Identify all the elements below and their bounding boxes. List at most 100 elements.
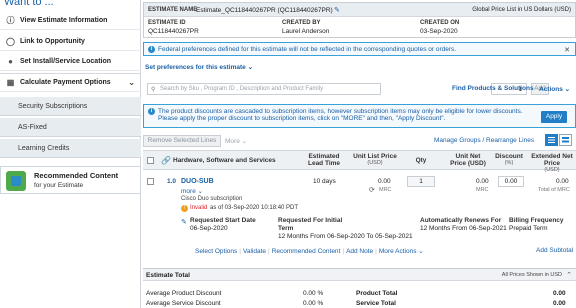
- auto-renew-label: Automatically Renews For: [420, 217, 502, 224]
- sidebar-item-label: Calculate Payment Options: [20, 79, 111, 86]
- line-unit-list: 0.00: [378, 178, 391, 185]
- col-lead-time: Estimated Lead Time: [307, 153, 341, 167]
- manage-groups-link[interactable]: Manage Groups / Rearrange Lines: [434, 137, 534, 144]
- prices-note: All Prices Shown in USD: [501, 272, 562, 278]
- line-actions: Select Options | Validate | Recommended Cont…: [195, 248, 424, 255]
- line-number: 1.0: [167, 178, 177, 185]
- table-header: 🔗 Hardware, Software and Services Estima…: [143, 150, 576, 173]
- select-options-link[interactable]: Select Options: [195, 248, 237, 255]
- sidebar-item-calc-payment[interactable]: ▦ Calculate Payment Options ⌄: [0, 73, 141, 92]
- add-note-link[interactable]: Add Note: [346, 248, 373, 255]
- recommended-content-card[interactable]: Recommended Content for your Estimate: [0, 166, 141, 194]
- sidebar-group-security-subscriptions[interactable]: Security Subscriptions: [0, 97, 141, 116]
- add-subtotal-link[interactable]: Add Subtotal: [536, 247, 573, 254]
- col-ext-net: Extended Net Price (USD): [531, 153, 573, 173]
- created-on: 03-Sep-2020: [420, 28, 458, 35]
- edit-pencil-icon[interactable]: ✎: [334, 6, 340, 14]
- recommended-content-icon: [6, 171, 26, 191]
- billing: Prepaid Term: [509, 225, 548, 232]
- price-list: Global Price List in US Dollars (USD): [472, 6, 571, 13]
- sidebar-item-label: View Estimate Information: [20, 16, 108, 24]
- info-icon: i: [148, 46, 155, 53]
- estimate-id-label: ESTIMATE ID: [148, 20, 186, 26]
- remove-selected-lines-button[interactable]: Remove Selected Lines: [143, 135, 221, 147]
- line-ext-net-note: Total of MRC: [538, 187, 570, 193]
- main-content: ESTIMATE NAME Estimate_QC118440267PR (QC…: [143, 0, 576, 308]
- edit-pencil-icon[interactable]: ✎: [181, 218, 187, 226]
- validate-link[interactable]: Validate: [243, 248, 266, 255]
- sidebar-item-label: Set Install/Service Location: [20, 57, 112, 65]
- warning-icon: !: [181, 205, 188, 212]
- sidebar-item-link-opportunity[interactable]: ◯ Link to Opportunity: [0, 32, 141, 51]
- requested-start: 06-Sep-2020: [190, 225, 228, 232]
- service-total: 0.00: [553, 300, 566, 307]
- recommended-content-link[interactable]: Recommended Content: [272, 248, 341, 255]
- product-total-label: Product Total: [356, 290, 398, 297]
- set-preferences-link[interactable]: Set preferences for this estimate ⌄: [145, 63, 253, 71]
- discount-banner-text: The product discounts are cascaded to su…: [158, 108, 523, 122]
- sidebar-item-set-location[interactable]: ● Set Install/Service Location: [0, 52, 141, 71]
- actions-menu[interactable]: Actions ⌄: [539, 85, 570, 93]
- product-total: 0.00: [553, 290, 566, 297]
- col-unit-list: Unit List Price (USD): [353, 153, 397, 166]
- col-qty: Qty: [415, 157, 427, 164]
- service-total-label: Service Total: [356, 300, 396, 307]
- select-all-checkbox[interactable]: [147, 157, 154, 164]
- line-description: Cisco Duo subscription: [181, 196, 243, 202]
- discount-banner: i The product discounts are cascaded to …: [143, 104, 576, 128]
- sidebar-item-label: Link to Opportunity: [20, 37, 85, 45]
- estimate-header: ESTIMATE NAME Estimate_QC118440267PR (QC…: [143, 2, 576, 38]
- find-products-link[interactable]: Find Products & Solutions: [452, 85, 534, 92]
- apply-button[interactable]: Apply: [541, 111, 567, 123]
- line-unit-net: 0.00: [476, 178, 489, 185]
- sidebar-header: Want to ...: [4, 0, 54, 8]
- line-qty-input[interactable]: 1: [407, 176, 435, 187]
- pin-icon: ●: [8, 56, 13, 66]
- avg-product-discount-label: Average Product Discount: [146, 290, 222, 297]
- created-on-label: CREATED ON: [420, 20, 460, 26]
- line-checkbox[interactable]: [147, 178, 154, 185]
- more-menu[interactable]: More ⌄: [225, 137, 247, 145]
- sidebar-group-as-fixed[interactable]: AS-Fixed: [0, 118, 141, 137]
- avg-service-discount-label: Average Service Discount: [146, 300, 221, 307]
- close-icon[interactable]: ✕: [564, 46, 570, 54]
- line-ext-net: 0.00: [556, 178, 569, 185]
- estimate-name: Estimate_QC118440267PR (QC118440267PR): [196, 6, 333, 14]
- sidebar-group-learning-credits[interactable]: Learning Credits: [0, 139, 141, 158]
- federal-banner: i Federal preferences defined for this e…: [143, 42, 576, 56]
- recommended-title: Recommended Content: [34, 171, 119, 180]
- col-discount: Discount (%): [495, 153, 523, 166]
- sidebar-item-view-estimate-info[interactable]: ⓘ View Estimate Information: [0, 11, 141, 30]
- avg-product-discount: 0.00 %: [303, 290, 324, 297]
- chevron-up-icon[interactable]: ⌃: [566, 271, 572, 279]
- line-mrc: MRC: [379, 187, 392, 193]
- auto-renew: 12 Months From 06-Sep-2021: [420, 225, 507, 232]
- calculator-icon: ▦: [6, 78, 15, 87]
- recommended-subtitle: for your Estimate: [34, 182, 84, 189]
- estimate-name-label: ESTIMATE NAME: [148, 7, 198, 13]
- estimate-total-title: Estimate Total: [146, 272, 190, 279]
- avg-service-discount: 0.00 %: [303, 300, 324, 307]
- discount-input[interactable]: 0.00: [498, 176, 524, 187]
- line-lead-time: 10 days: [313, 178, 336, 185]
- created-by: Laurel Anderson: [282, 28, 330, 35]
- estimate-total-section: Estimate Total All Prices Shown in USD ⌃…: [143, 268, 576, 308]
- more-link[interactable]: more ⌄: [181, 187, 203, 195]
- more-actions-link[interactable]: More Actions ⌄: [379, 248, 424, 255]
- left-sidebar: Want to ... ⓘ View Estimate Information …: [0, 0, 141, 308]
- requested-for: 12 Months From 06-Sep-2020 To 05-Sep-202…: [278, 233, 413, 240]
- info-icon: ⓘ: [6, 15, 15, 25]
- requested-start-label: Requested Start Date: [190, 217, 256, 224]
- federal-banner-text: Federal preferences defined for this est…: [158, 46, 457, 53]
- detail-view-icon[interactable]: [559, 134, 572, 146]
- info-icon: i: [148, 108, 155, 115]
- list-view-icon[interactable]: [545, 134, 558, 146]
- estimate-id: QC118440267PR: [148, 28, 199, 35]
- bulb-icon: ◯: [6, 36, 15, 46]
- search-icon: ⚲: [151, 87, 156, 93]
- col-product: Hardware, Software and Services: [173, 157, 276, 164]
- search-input[interactable]: ⚲ Search by Sku , Program ID , Descripti…: [147, 83, 381, 95]
- link-icon: 🔗: [161, 156, 171, 165]
- invalid-status: Invalid: [190, 205, 208, 211]
- sku-link[interactable]: DUO-SUB: [181, 178, 214, 185]
